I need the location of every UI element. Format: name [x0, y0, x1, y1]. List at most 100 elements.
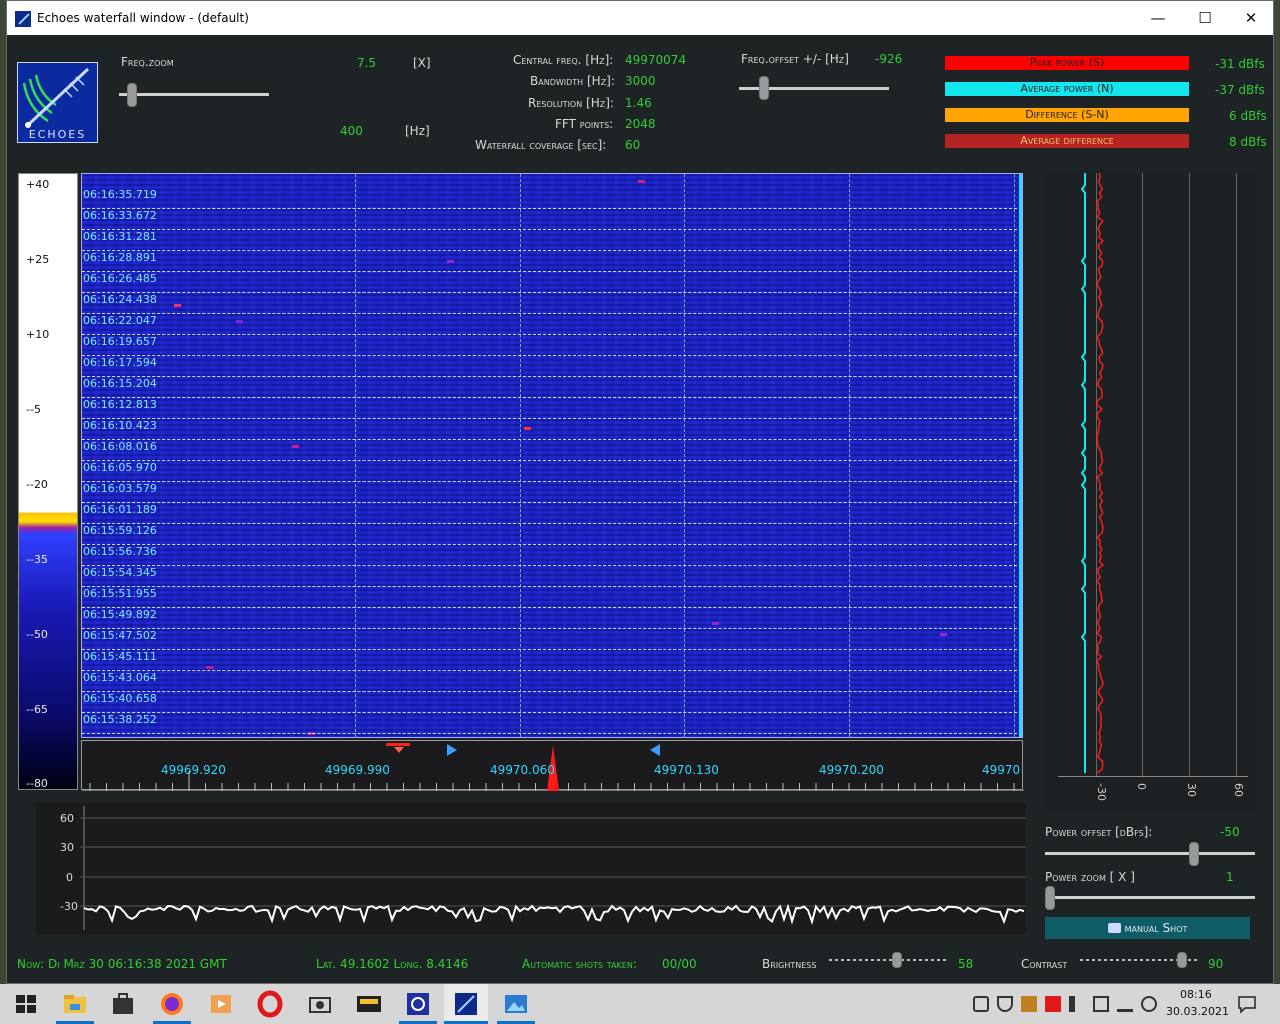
timestamp-row: 06:16:24.438	[82, 293, 1022, 314]
notifications-icon[interactable]	[1237, 994, 1257, 1014]
timestamp-row: 06:16:10.423	[82, 419, 1022, 440]
scale-label: --65	[26, 703, 48, 716]
resolution-value: 1.46	[625, 96, 652, 110]
timestamp-row: 06:15:49.892	[82, 608, 1022, 629]
freq-label: 49969.990	[325, 763, 390, 777]
tray-device-icon[interactable]	[973, 996, 989, 1012]
timestamp-row: 06:15:43.064	[82, 671, 1022, 692]
color-scale: +40 +25 +10 --5 --20 --35 --50 --65 --80	[18, 173, 78, 790]
freq-zoom-slider-handle[interactable]	[127, 83, 137, 107]
timestamp-row: 06:16:12.813	[82, 398, 1022, 419]
echoes-app-icon	[15, 11, 31, 27]
central-freq-label: Central freq. [Hz]:	[513, 53, 614, 67]
power-axis-label: 30	[1185, 783, 1198, 797]
logo-text: ECHOES	[28, 128, 87, 141]
power-offset-label: Power offset [dBfs]:	[1045, 825, 1153, 839]
shield-icon[interactable]	[997, 996, 1013, 1012]
timestamp-row: 06:16:35.719	[82, 188, 1022, 209]
brightness-slider[interactable]	[829, 959, 947, 961]
timestamp-row: 06:16:26.485	[82, 272, 1022, 293]
echoes-taskbar-icon	[455, 993, 477, 1015]
frequency-scale[interactable]: 49969.920 49969.990 49970.060 49970.130 …	[81, 740, 1024, 791]
resolution-label: Resolution [Hz]:	[528, 96, 614, 110]
difference-value: 6 dBfs	[1229, 109, 1267, 123]
clock-time[interactable]: 08:16	[1180, 988, 1212, 1001]
close-button[interactable]: ✕	[1228, 1, 1273, 35]
freq-zoom-hz-unit: [Hz]	[405, 124, 430, 138]
tray-app-icon[interactable]	[1021, 996, 1037, 1012]
freq-offset-slider-handle[interactable]	[759, 76, 769, 100]
freq-zoom-slider[interactable]	[119, 93, 269, 96]
marker-arrow-icon	[394, 747, 404, 753]
power-offset-slider-handle[interactable]	[1189, 842, 1199, 866]
taskbar: 08:16 30.03.2021	[0, 984, 1280, 1024]
store-icon[interactable]	[109, 990, 137, 1018]
scale-label: +40	[26, 178, 50, 191]
contrast-slider-handle[interactable]	[1177, 952, 1187, 968]
echoes-window: Echoes waterfall window - (default) — ☐ …	[6, 0, 1274, 984]
timestamp-row: 06:15:54.345	[82, 566, 1022, 587]
fft-points-label: FFT points:	[555, 117, 614, 131]
freq-zoom-label: Freq.zoom	[121, 55, 174, 69]
scale-label: +10	[26, 328, 50, 341]
windows-start-icon[interactable]	[12, 990, 40, 1018]
power-zoom-slider[interactable]	[1045, 896, 1255, 899]
tray-sync-icon[interactable]	[1141, 996, 1157, 1012]
brightness-slider-handle[interactable]	[892, 952, 902, 968]
photos-icon[interactable]	[502, 990, 530, 1018]
meteor-antenna-icon	[22, 67, 90, 128]
camera-app-icon[interactable]	[306, 990, 334, 1018]
difference-bar: Difference (S-N)	[945, 108, 1189, 122]
sdr-app-icon[interactable]	[404, 990, 432, 1018]
keyboard-icon[interactable]	[1117, 996, 1133, 1012]
timestamp-row: 06:15:40.658	[82, 692, 1022, 713]
freq-label: 49970.130	[654, 763, 719, 777]
echoes-taskbar-button[interactable]	[444, 984, 488, 1024]
timestamp-row: 06:16:19.657	[82, 335, 1022, 356]
peak-power-bar: Peak power (S)	[945, 56, 1189, 70]
opera-icon[interactable]	[256, 990, 284, 1018]
brightness-value: 58	[958, 957, 974, 971]
contrast-label: Contrast	[1021, 957, 1068, 971]
timestamp-row: 06:15:59.126	[82, 524, 1022, 545]
power-offset-slider[interactable]	[1045, 852, 1255, 855]
firefox-icon[interactable]	[158, 990, 186, 1018]
power-axis-label: -30	[1095, 783, 1108, 801]
waterfall-display[interactable]: 06:16:35.719 06:16:33.672 06:16:31.281 0…	[81, 173, 1023, 738]
clock-date[interactable]: 30.03.2021	[1166, 1005, 1229, 1018]
timestamp-row: 06:15:56.736	[82, 545, 1022, 566]
freq-label: 49970	[982, 763, 1021, 777]
title-bar[interactable]: Echoes waterfall window - (default) — ☐ …	[7, 1, 1273, 35]
timestamp-row: 06:15:47.502	[82, 629, 1022, 650]
timestamp-row: 06:16:15.204	[82, 377, 1022, 398]
brightness-label: Brightness	[762, 957, 817, 971]
power-zoom-slider-handle[interactable]	[1045, 886, 1055, 910]
scale-label: --20	[26, 478, 48, 491]
freq-label: 49970.200	[819, 763, 884, 777]
right-arrow-icon	[447, 744, 457, 756]
timestamp-row: 06:15:38.252	[82, 713, 1022, 734]
bandwidth-value: 3000	[625, 74, 656, 88]
timestamp-row: 06:16:01.189	[82, 503, 1022, 524]
status-coordinates: Lat. 49.1602 Long. 8.4146	[316, 957, 469, 971]
tray-acrobat-icon[interactable]	[1045, 996, 1061, 1012]
average-difference-value: 8 dBfs	[1229, 135, 1267, 149]
media-player-icon[interactable]	[207, 990, 235, 1018]
signal-blip	[638, 180, 645, 183]
fft-points-value: 2048	[625, 117, 656, 131]
timestamp-row: 06:16:17.594	[82, 356, 1022, 377]
power-offset-value: -50	[1220, 825, 1240, 839]
manual-shot-button[interactable]: manual Shot	[1045, 917, 1250, 939]
minimize-button[interactable]: —	[1135, 1, 1181, 35]
volume-icon[interactable]	[1069, 996, 1085, 1012]
power-axis	[1058, 776, 1248, 777]
wr-hd-icon[interactable]	[355, 990, 383, 1018]
maximize-button[interactable]: ☐	[1182, 1, 1228, 35]
power-traces	[1080, 173, 1105, 774]
file-explorer-icon[interactable]	[61, 990, 89, 1018]
client-area: ECHOES Freq.zoom 7.5 [X] 400 [Hz] Centra…	[7, 35, 1273, 983]
network-icon[interactable]	[1093, 996, 1109, 1012]
freq-label: 49970.060	[490, 763, 555, 777]
timestamp-row: 06:16:31.281	[82, 230, 1022, 251]
window-title: Echoes waterfall window - (default)	[37, 11, 249, 25]
